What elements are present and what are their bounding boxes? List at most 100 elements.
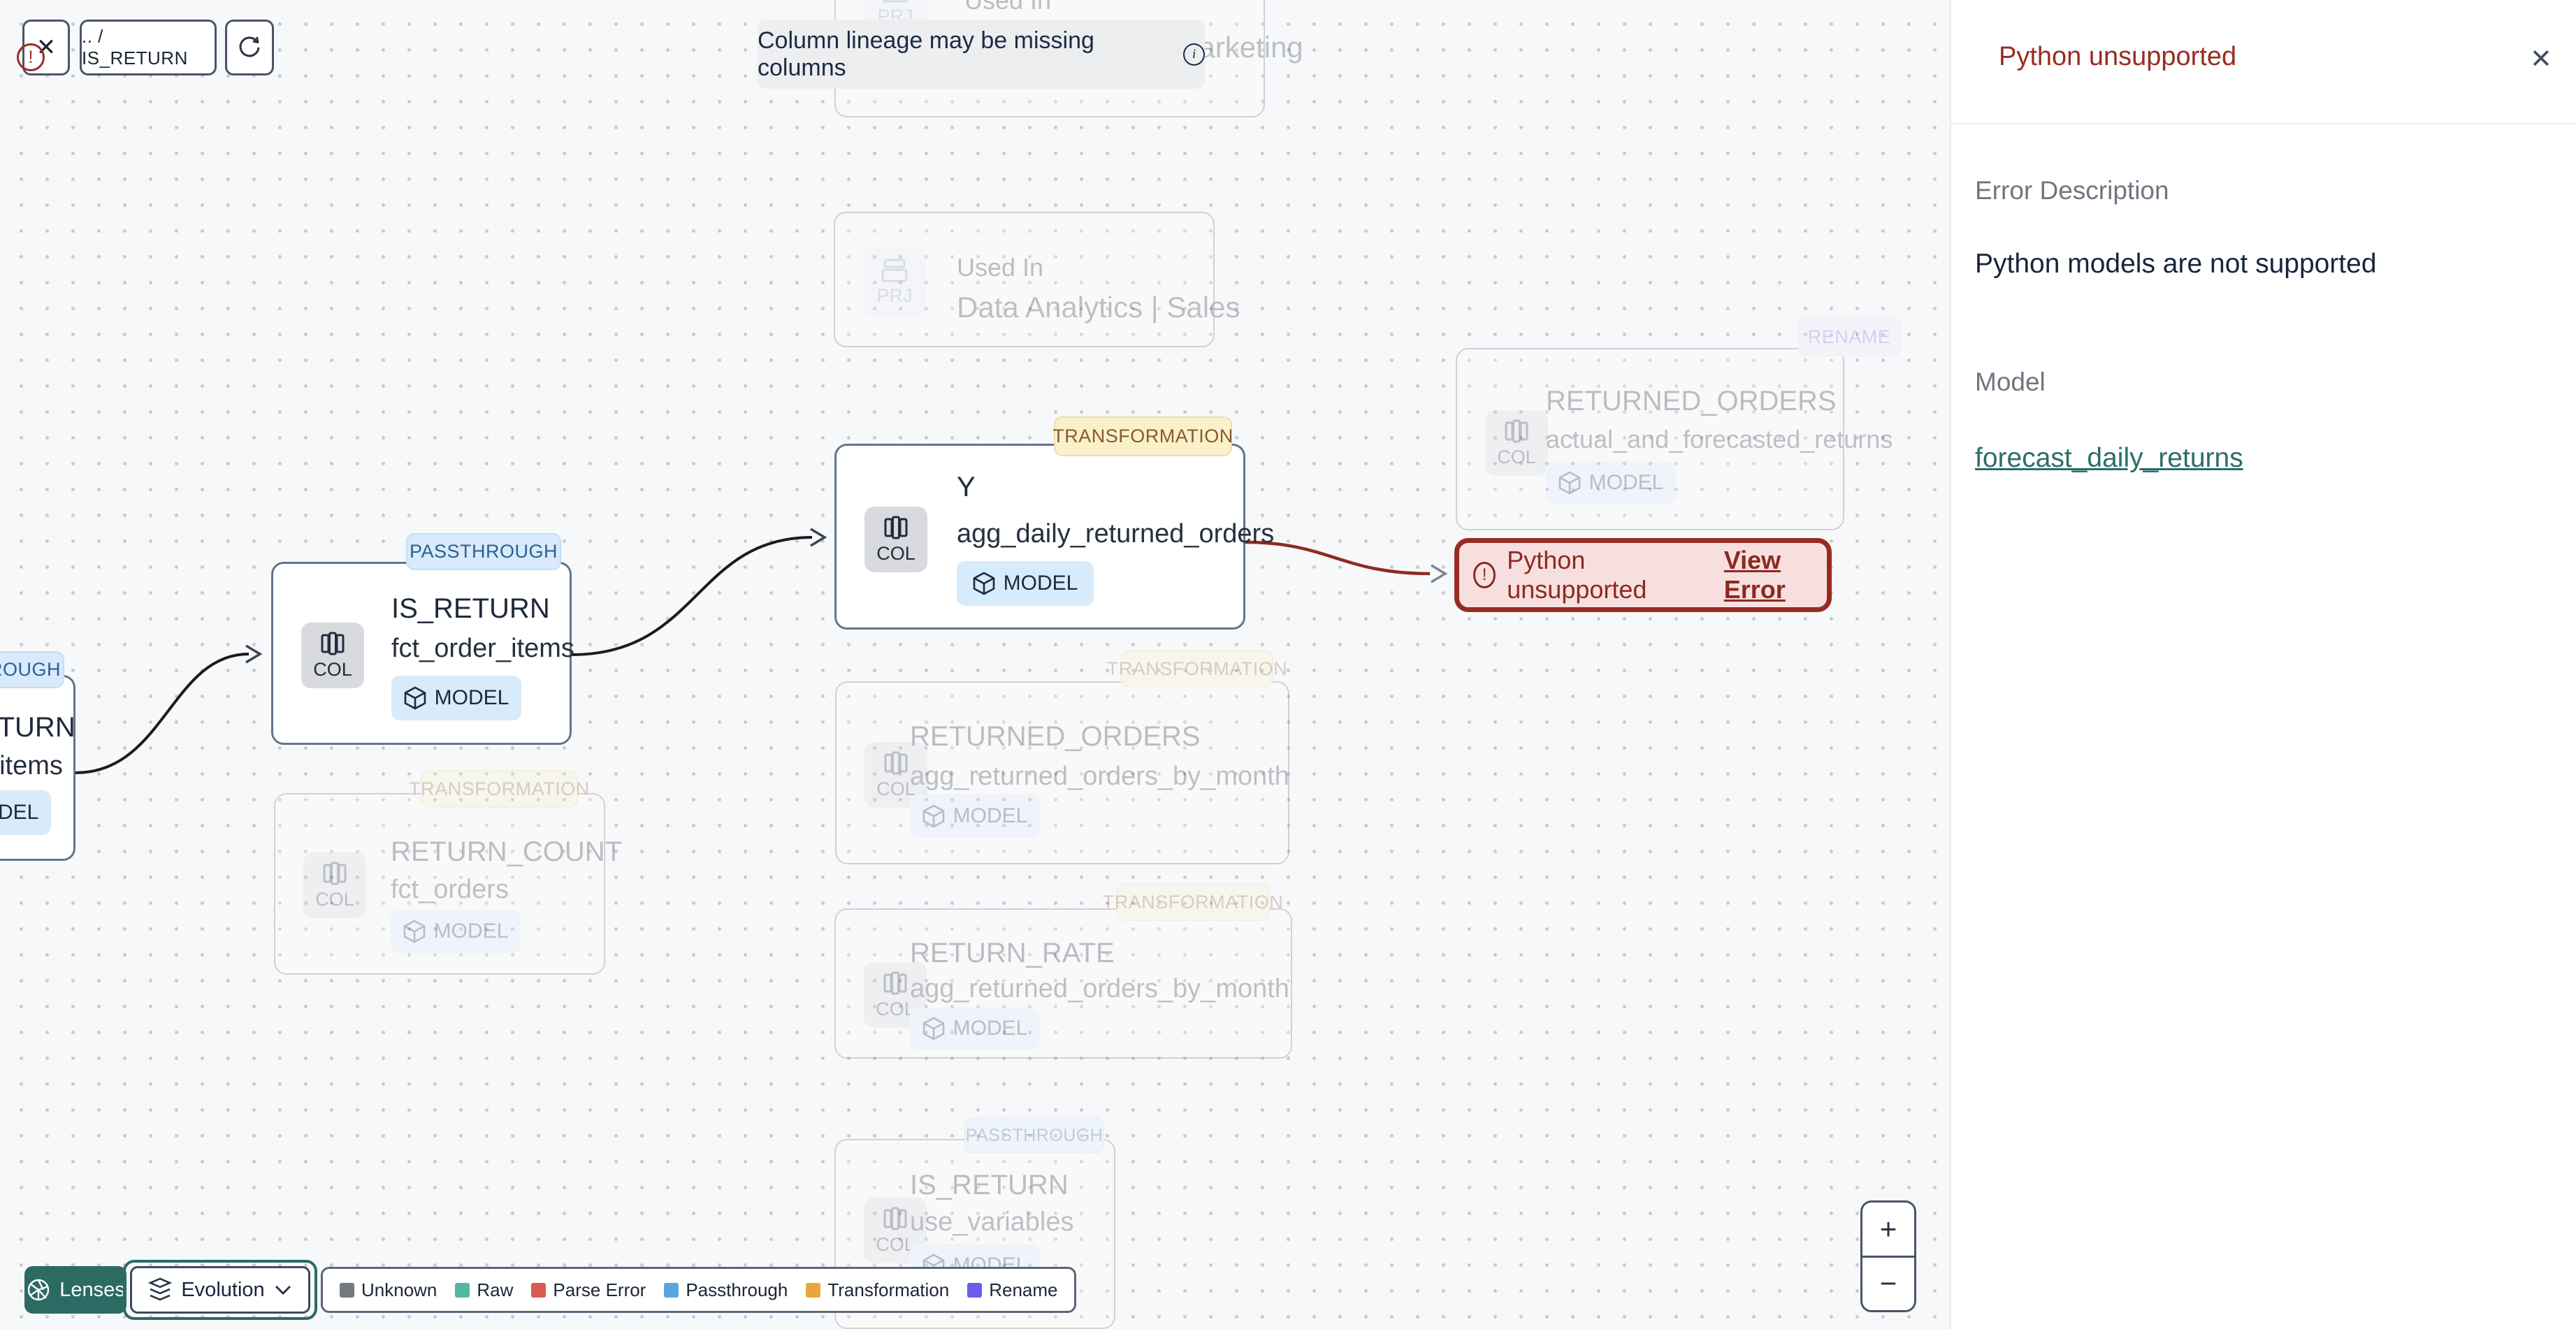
chevron-down-icon bbox=[275, 1285, 291, 1295]
chip-label: MODEL bbox=[1003, 572, 1078, 595]
panel-title: Python unsupported bbox=[1999, 42, 2237, 71]
model-link[interactable]: forecast_daily_returns bbox=[1975, 443, 2243, 474]
arrowhead-icon bbox=[1431, 564, 1448, 583]
node-title: Used In bbox=[957, 253, 1044, 282]
edge-left-to-isreturn bbox=[75, 653, 249, 774]
tile-label: PRJ bbox=[876, 284, 913, 306]
node-agg-returned-orders-by-month[interactable]: TRANSFORMATION COL RETURNED_ORDERS agg_r… bbox=[835, 650, 1289, 864]
zoom-out-button[interactable]: − bbox=[1862, 1258, 1914, 1311]
node-subtitle: use_variables bbox=[910, 1207, 1074, 1237]
tile-label: COL bbox=[1497, 446, 1536, 467]
node-return-count[interactable]: TRANSFORMATION COL RETURN_COUNT fct_orde… bbox=[274, 770, 622, 975]
node-python-unsupported-error[interactable]: ! Python unsupported View Error bbox=[1454, 538, 1832, 612]
chip-label: MODEL bbox=[953, 1017, 1028, 1040]
cube-icon bbox=[1558, 471, 1580, 495]
transformation-badge: TRANSFORMATION bbox=[1052, 416, 1233, 456]
node-fct-order-items[interactable]: PASSTHROUGH COL IS_RETURN fct_order_item… bbox=[271, 533, 574, 745]
legend-label: Parse Error bbox=[553, 1279, 646, 1300]
chip-label: MODEL bbox=[434, 686, 509, 709]
breadcrumb-label: .. / IS_RETURN bbox=[82, 26, 188, 68]
rename-badge: RENAME bbox=[1797, 317, 1901, 356]
node-subtitle: agg_returned_orders_by_month bbox=[910, 762, 1289, 791]
node-subtitle: Data Analytics | Sales bbox=[957, 291, 1240, 324]
cube-icon bbox=[922, 804, 944, 828]
node-subtitle: agg_returned_orders_by_month bbox=[910, 974, 1289, 1003]
refresh-button[interactable] bbox=[225, 20, 274, 75]
node-title: IS_RETURN bbox=[910, 1170, 1069, 1200]
legend-label: Rename bbox=[989, 1279, 1058, 1300]
cube-icon bbox=[403, 920, 425, 943]
legend-item: Parse Error bbox=[531, 1279, 646, 1301]
view-error-link[interactable]: View Error bbox=[1724, 546, 1827, 604]
panel-header: ! Python unsupported ✕ bbox=[17, 0, 2576, 123]
chip-label: MODEL bbox=[953, 804, 1028, 827]
breadcrumb[interactable]: .. / IS_RETURN bbox=[80, 20, 217, 75]
model-chip: MODEL bbox=[0, 790, 51, 835]
transformation-badge: TRANSFORMATION bbox=[1103, 883, 1283, 921]
legend-item: Raw bbox=[455, 1279, 513, 1301]
project-icon: PRJ bbox=[863, 247, 926, 317]
node-subtitle: actual_and_forecasted_returns bbox=[1546, 425, 1893, 453]
passthrough-badge: PASSTHROUGH bbox=[964, 1117, 1104, 1154]
tile-label: COL bbox=[876, 998, 915, 1019]
model-label: Model bbox=[1975, 368, 2046, 396]
legend-swatch-unknown bbox=[340, 1282, 354, 1298]
transformation-badge: TRANSFORMATION bbox=[1107, 650, 1287, 688]
model-chip: MODEL bbox=[910, 794, 1040, 838]
node-used-in-sales[interactable]: PRJ Used In Data Analytics | Sales bbox=[834, 212, 1240, 347]
zoom-in-button[interactable]: + bbox=[1862, 1203, 1914, 1258]
plus-icon: + bbox=[1879, 1212, 1897, 1245]
legend-swatch-parse-error bbox=[531, 1282, 547, 1298]
legend-swatch-raw bbox=[455, 1282, 470, 1298]
lenses-button[interactable]: Lenses bbox=[24, 1266, 126, 1314]
node-return-rate[interactable]: TRANSFORMATION COL RETURN_RATE agg_retur… bbox=[834, 883, 1292, 1059]
lineage-canvas[interactable]: PRJ Used In Data Analytics | Marketing P… bbox=[0, 0, 1950, 1329]
node-fct-order-items-offscreen[interactable]: PASSTHROUGH IS_RETURN fct_order_items MO… bbox=[0, 651, 75, 861]
node-subtitle: fct_order_items bbox=[391, 634, 574, 663]
passthrough-badge: PASSTHROUGH bbox=[0, 651, 64, 688]
zoom-control: + − bbox=[1860, 1200, 1916, 1312]
cube-icon bbox=[973, 572, 994, 595]
node-title: Used In bbox=[964, 0, 1052, 15]
lineage-app: PRJ Used In Data Analytics | Marketing P… bbox=[0, 0, 2576, 1329]
legend-item: Transformation bbox=[806, 1279, 949, 1301]
node-subtitle: fct_orders bbox=[391, 875, 509, 904]
chip-label: MODEL bbox=[433, 920, 509, 943]
info-icon[interactable]: i bbox=[1183, 43, 1205, 66]
error-icon: ! bbox=[1473, 562, 1496, 588]
node-title: RETURN_COUNT bbox=[391, 836, 623, 867]
node-title: RETURNED_ORDERS bbox=[910, 721, 1201, 752]
legend-swatch-passthrough bbox=[664, 1282, 679, 1298]
node-actual-and-forecasted-returns[interactable]: RENAME COL RETURNED_ORDERS actual_and_fo… bbox=[1456, 317, 1901, 530]
legend-item: Unknown bbox=[340, 1279, 437, 1301]
node-agg-daily-returned-orders[interactable]: TRANSFORMATION COL Y agg_daily_returned_… bbox=[834, 416, 1274, 630]
model-chip: MODEL bbox=[391, 910, 521, 953]
tile-label: COL bbox=[876, 542, 916, 564]
transformation-badge: TRANSFORMATION bbox=[409, 770, 589, 808]
lens-legend: Unknown Raw Parse Error Passthrough Tran… bbox=[321, 1267, 1077, 1313]
node-title: RETURN_RATE bbox=[910, 938, 1115, 968]
legend-item: Passthrough bbox=[664, 1279, 788, 1301]
legend-swatch-transformation bbox=[806, 1282, 821, 1298]
legend-label: Raw bbox=[477, 1279, 514, 1300]
node-subtitle: agg_daily_returned_orders bbox=[957, 519, 1275, 549]
legend-swatch-rename bbox=[967, 1282, 983, 1298]
legend-item: Rename bbox=[967, 1279, 1057, 1301]
column-icon: COL bbox=[303, 852, 366, 918]
missing-columns-banner: Column lineage may be missing columns i bbox=[758, 20, 1205, 89]
arrowhead-icon bbox=[810, 528, 827, 547]
column-icon: COL bbox=[1485, 410, 1548, 476]
legend-label: Unknown bbox=[361, 1279, 437, 1300]
legend-label: Transformation bbox=[827, 1279, 950, 1300]
node-title: RETURNED_ORDERS bbox=[1546, 386, 1837, 416]
evolution-label: Evolution bbox=[181, 1278, 265, 1301]
error-label: Python unsupported bbox=[1507, 546, 1647, 604]
tile-label: COL bbox=[876, 1233, 915, 1255]
evolution-dropdown[interactable]: Evolution bbox=[130, 1266, 310, 1314]
passthrough-badge: PASSTHROUGH bbox=[406, 533, 561, 570]
error-description-value: Python models are not supported bbox=[1975, 249, 2377, 279]
close-icon[interactable]: ✕ bbox=[2530, 43, 2552, 75]
node-subtitle: fct_order_items bbox=[0, 751, 63, 780]
tile-label: COL bbox=[313, 658, 352, 680]
layers-icon bbox=[148, 1277, 173, 1301]
